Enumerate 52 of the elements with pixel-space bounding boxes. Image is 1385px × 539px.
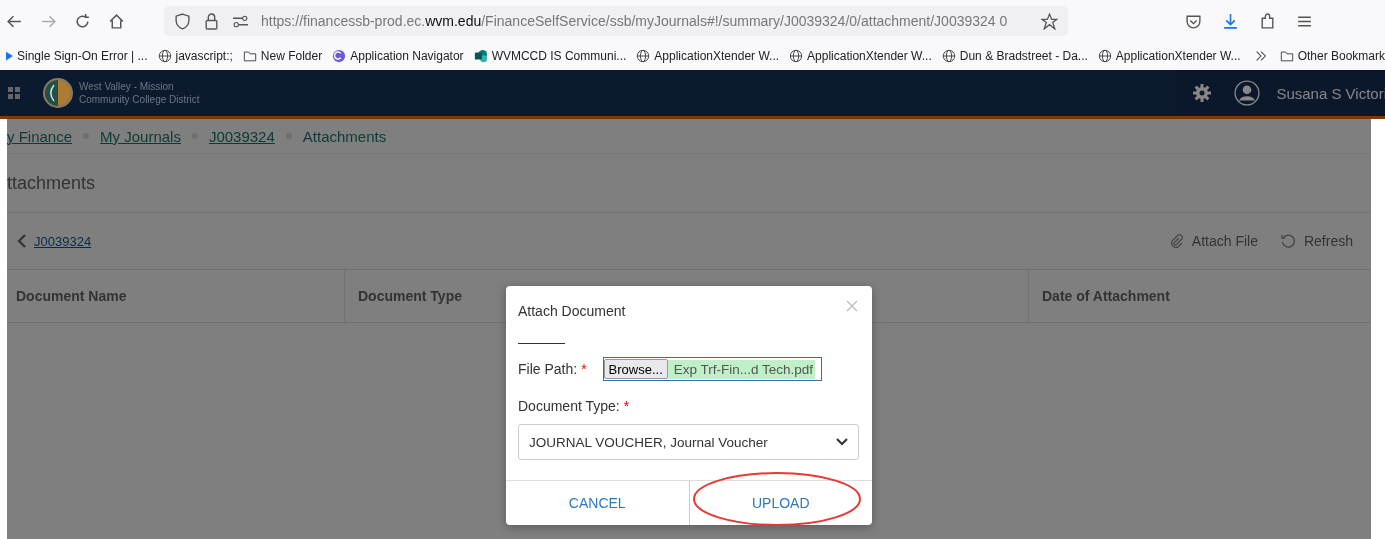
bookmark-item[interactable]: Other Bookmark	[1279, 49, 1385, 63]
bookmark-item[interactable]: ApplicationXtender W...	[789, 49, 932, 63]
globe-icon	[636, 49, 651, 63]
required-mark: *	[581, 361, 587, 377]
required-mark: *	[623, 398, 630, 414]
journal-link[interactable]: J0039324	[34, 233, 92, 249]
breadcrumb-current: Attachments	[302, 127, 387, 145]
file-name: Exp Trf-Fin...d Tech.pdf	[667, 359, 816, 379]
globe-icon	[157, 49, 172, 63]
folder-icon	[242, 49, 257, 63]
refresh-icon	[1279, 233, 1296, 249]
globe-icon	[941, 49, 956, 63]
bookmark-item[interactable]: Dun & Bradstreet - Da...	[941, 49, 1088, 63]
dialog-button[interactable]: UPLOAD	[743, 491, 818, 515]
bookmark-item[interactable]: Application Navigator	[332, 49, 464, 63]
file-field[interactable]: Browse... Exp Trf-Fin...d Tech.pdf	[602, 357, 823, 381]
address-bar[interactable]: https://financessb-prod.ec.wvm.edu/FinanceSelfService/ssb/myJournals#!/summary/J0039324/0/attachment/J0039324 0	[164, 6, 1068, 36]
shield-icon	[174, 12, 191, 30]
globe-icon	[1097, 49, 1112, 63]
district-name: Community College District	[79, 93, 200, 106]
globe-icon	[789, 49, 804, 63]
pocket-icon[interactable]	[1185, 12, 1202, 30]
page-title: ttachments	[7, 154, 1371, 213]
district-name: West Valley - Mission	[79, 80, 175, 93]
star-icon[interactable]	[1041, 12, 1058, 30]
folder-icon	[1279, 49, 1294, 63]
user-avatar-icon[interactable]	[1234, 80, 1261, 106]
field-label: File Path:	[518, 361, 578, 377]
chevron-down-icon	[836, 438, 848, 446]
bookmark-item[interactable]: WVMCCD IS Communi...	[473, 49, 627, 63]
download-icon[interactable]	[1222, 12, 1239, 30]
document-type-select[interactable]: JOURNAL VOUCHER, Journal Voucher	[518, 424, 859, 460]
reload-icon[interactable]	[74, 12, 91, 30]
lock-icon	[203, 12, 220, 30]
dialog-button[interactable]: CANCEL	[560, 491, 634, 515]
home-icon[interactable]	[108, 12, 125, 30]
bookmark-item[interactable]: ApplicationXtender W...	[1097, 49, 1241, 63]
sharepoint-icon	[473, 49, 488, 63]
browse-button[interactable]: Browse...	[603, 359, 668, 379]
circle-logo-icon	[332, 49, 347, 63]
grid-icon[interactable]	[8, 87, 20, 99]
arrow-icon	[6, 49, 13, 63]
bookmark-item[interactable]: New Folder	[242, 49, 323, 63]
url-text: https://financessb-prod.ec.wvm.edu/FinanceSelfService/ssb/myJournals#!/summary/J0039324/0/attachment/J0039324 0	[261, 13, 1009, 29]
settings-icon[interactable]	[1192, 83, 1213, 103]
bookmark-item[interactable]: ApplicationXtender W...	[636, 49, 780, 63]
bookmark-item[interactable]: javascript:;	[157, 49, 233, 63]
dialog-title: Attach Document	[518, 303, 626, 319]
field-label: Document Type:	[518, 398, 620, 414]
extensions-icon[interactable]	[1259, 12, 1276, 30]
bookmark-item[interactable]: Single Sign-On Error | ...	[6, 49, 148, 63]
chevron-left-icon[interactable]	[17, 233, 27, 249]
